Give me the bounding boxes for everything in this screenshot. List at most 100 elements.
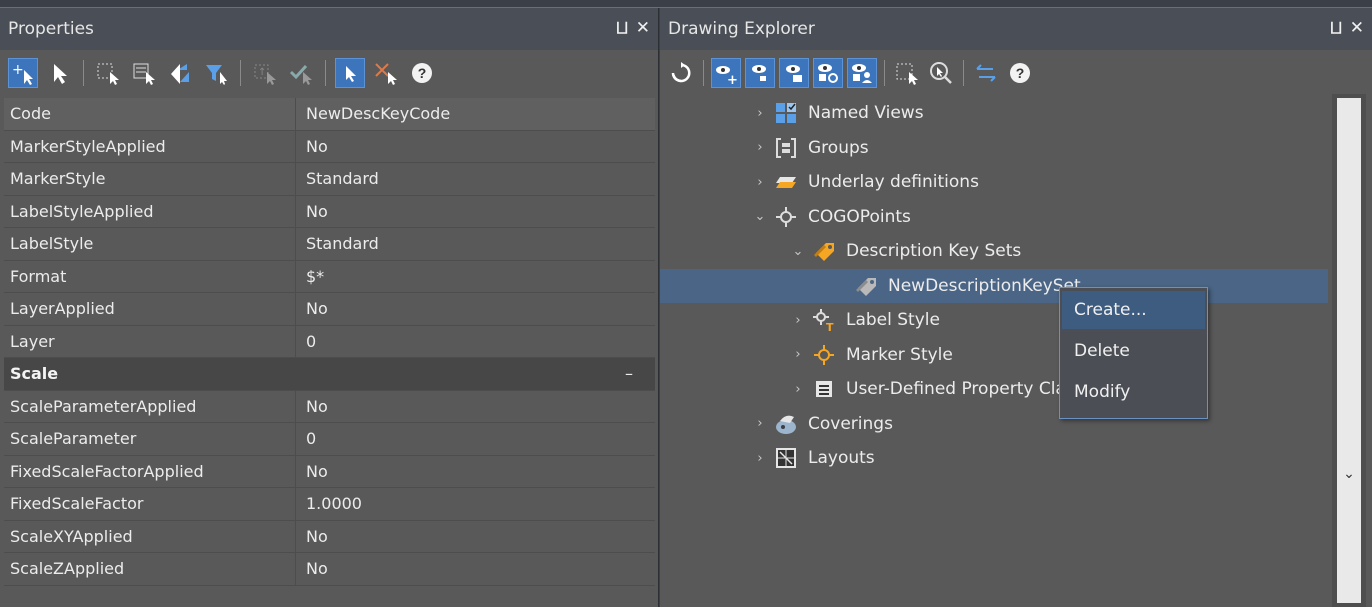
menu-item-create[interactable]: Create...: [1062, 291, 1205, 329]
tree-item-description-key-sets[interactable]: ⌄ Description Key Sets: [660, 234, 1328, 269]
property-value[interactable]: 1.0000: [296, 488, 655, 520]
property-row[interactable]: LayerApplied No: [4, 293, 655, 326]
pick-add-icon[interactable]: ↑: [250, 58, 280, 88]
menu-item-modify[interactable]: Modify: [1062, 373, 1205, 411]
select-object-icon[interactable]: [335, 58, 365, 88]
select-window-icon[interactable]: [93, 58, 123, 88]
property-value[interactable]: No: [296, 521, 655, 553]
pin-icon[interactable]: ⨆: [1331, 20, 1342, 38]
remove-x-icon[interactable]: [371, 58, 401, 88]
property-value[interactable]: NewDescKeyCode: [296, 98, 655, 130]
property-row[interactable]: LabelStyleApplied No: [4, 195, 655, 228]
chevron-right-icon[interactable]: ›: [750, 416, 770, 431]
refresh-icon[interactable]: [666, 58, 696, 88]
tree-item-user-defined[interactable]: › User-Defined Property Classification: [660, 372, 1328, 407]
chevron-right-icon[interactable]: ›: [788, 313, 808, 328]
properties-toolbar: + ↑ ?: [0, 50, 658, 96]
property-row[interactable]: Code NewDescKeyCode: [4, 98, 655, 131]
tree-item-label: Marker Style: [846, 344, 953, 365]
add-select-icon[interactable]: +: [8, 58, 38, 88]
property-row[interactable]: ScaleParameter 0: [4, 423, 655, 456]
property-value[interactable]: $*: [296, 261, 655, 293]
tree-item-coverings[interactable]: › Coverings: [660, 407, 1328, 442]
tree-item-label: Description Key Sets: [846, 241, 1022, 262]
property-key: ScaleParameterApplied: [4, 390, 296, 422]
vertical-scrollbar[interactable]: ⌄: [1332, 94, 1366, 607]
property-row[interactable]: Layer 0: [4, 325, 655, 358]
tree-item-cogopoints[interactable]: ⌄ COGOPoints: [660, 200, 1328, 235]
properties-panel: Properties ⨆ ✕ + ↑ ? Code NewDescKeyCode…: [0, 8, 659, 607]
property-value[interactable]: No: [296, 391, 655, 423]
tree-item-groups[interactable]: › Groups: [660, 131, 1328, 166]
tree-item-label: COGOPoints: [808, 206, 911, 227]
chevron-down-icon[interactable]: ⌄: [788, 244, 808, 259]
chevron-right-icon[interactable]: ›: [750, 140, 770, 155]
named-views-icon: [774, 102, 798, 124]
property-value[interactable]: No: [296, 131, 655, 163]
chevron-right-icon[interactable]: ›: [788, 382, 808, 397]
view-user-icon[interactable]: [847, 58, 877, 88]
section-header-scale[interactable]: Scale –: [4, 358, 655, 391]
close-icon[interactable]: ✕: [636, 18, 650, 38]
property-value[interactable]: No: [296, 553, 655, 585]
swap-icon[interactable]: [165, 58, 195, 88]
view-add-icon[interactable]: +: [711, 58, 741, 88]
property-key: ScaleParameter: [4, 423, 296, 455]
layouts-icon: [774, 447, 798, 469]
tree-item-marker-style[interactable]: › Marker Style: [660, 338, 1328, 373]
property-row[interactable]: MarkerStyle Standard: [4, 163, 655, 196]
tree-item-named-views[interactable]: › Named Views: [660, 96, 1328, 131]
chevron-right-icon[interactable]: ›: [750, 175, 770, 190]
tag-gray-icon: [854, 275, 878, 297]
property-value[interactable]: No: [296, 456, 655, 488]
view-refresh-icon[interactable]: [813, 58, 843, 88]
property-value[interactable]: Standard: [296, 228, 655, 260]
sync-arrows-icon[interactable]: [971, 58, 1001, 88]
zoom-select-icon[interactable]: [926, 58, 956, 88]
explorer-titlebar: Drawing Explorer ⨆ ✕: [660, 8, 1372, 50]
svg-text:+: +: [12, 62, 24, 78]
property-row[interactable]: FixedScaleFactor 1.0000: [4, 488, 655, 521]
property-value[interactable]: Standard: [296, 163, 655, 195]
menu-item-delete[interactable]: Delete: [1062, 332, 1205, 370]
pick-check-icon[interactable]: [286, 58, 316, 88]
property-key: Layer: [4, 325, 296, 357]
label-style-icon: T: [812, 309, 836, 332]
property-row[interactable]: LabelStyle Standard: [4, 228, 655, 261]
tree-item-new-description-key-set[interactable]: NewDescriptionKeySet: [660, 268, 1328, 303]
tree-item-layouts[interactable]: › Layouts: [660, 441, 1328, 476]
chevron-right-icon[interactable]: ›: [750, 451, 770, 466]
property-row[interactable]: MarkerStyleApplied No: [4, 130, 655, 163]
property-row[interactable]: FixedScaleFactorApplied No: [4, 455, 655, 488]
tree-item-label-style[interactable]: › T Label Style: [660, 303, 1328, 338]
property-row[interactable]: ScaleParameterApplied No: [4, 390, 655, 423]
help-icon[interactable]: ?: [1005, 58, 1035, 88]
tree-item-underlay-definitions[interactable]: › Underlay definitions: [660, 165, 1328, 200]
filter-icon[interactable]: [201, 58, 231, 88]
property-row[interactable]: ScaleZApplied No: [4, 553, 655, 586]
scrollbar-thumb[interactable]: [1337, 98, 1361, 603]
property-value[interactable]: 0: [296, 423, 655, 455]
property-value[interactable]: No: [296, 196, 655, 228]
pin-icon[interactable]: ⨆: [617, 20, 628, 38]
explorer-title: Drawing Explorer: [668, 19, 815, 39]
chevron-right-icon[interactable]: ›: [788, 347, 808, 362]
property-row[interactable]: ScaleXYApplied No: [4, 520, 655, 553]
property-row[interactable]: Format $*: [4, 260, 655, 293]
chevron-right-icon[interactable]: ›: [750, 106, 770, 121]
view-medium-icon[interactable]: [779, 58, 809, 88]
explorer-tree: › Named Views › Groups › Underlay defini…: [660, 96, 1328, 476]
close-icon[interactable]: ✕: [1350, 18, 1364, 38]
property-value[interactable]: No: [296, 293, 655, 325]
view-small-icon[interactable]: [745, 58, 775, 88]
property-key: FixedScaleFactorApplied: [4, 455, 296, 487]
help-icon[interactable]: ?: [407, 58, 437, 88]
pointer-icon[interactable]: [44, 58, 74, 88]
chevron-down-icon[interactable]: ⌄: [750, 209, 770, 224]
svg-text:T: T: [826, 321, 834, 332]
select-crossing-icon[interactable]: [129, 58, 159, 88]
scroll-down-icon[interactable]: ⌄: [1332, 466, 1366, 486]
property-value[interactable]: 0: [296, 326, 655, 358]
select-window-icon[interactable]: [892, 58, 922, 88]
section-collapse-toggle[interactable]: –: [296, 358, 655, 390]
